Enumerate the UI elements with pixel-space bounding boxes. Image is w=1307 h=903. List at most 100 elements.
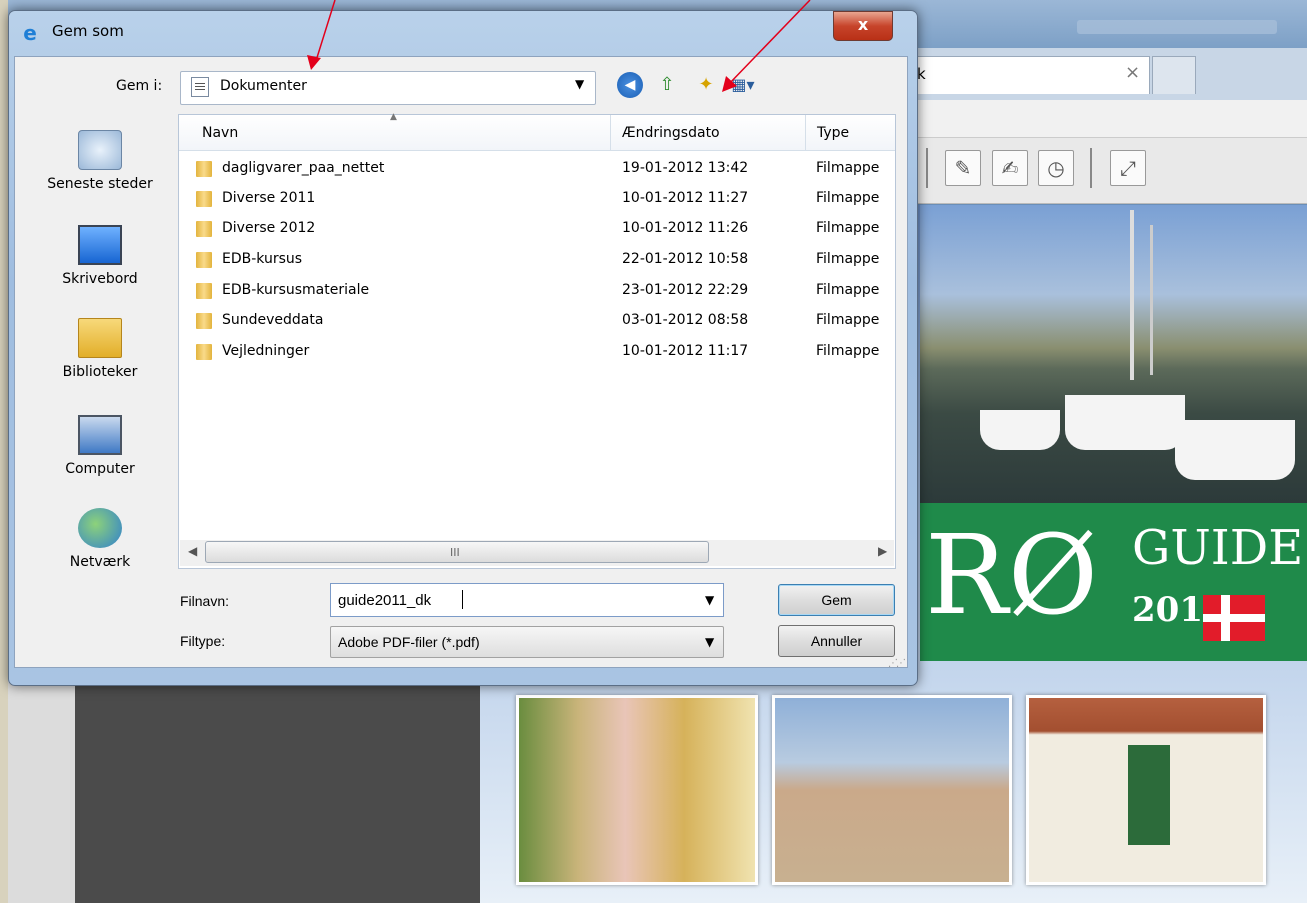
file-name: EDB-kursusmateriale: [222, 282, 370, 298]
folder-icon: [196, 252, 212, 268]
table-row[interactable]: Sundeveddata 03-01-2012 08:58 Filmappe: [180, 306, 894, 336]
column-header-date[interactable]: Ændringsdato: [622, 125, 720, 141]
sign-icon[interactable]: ✍: [992, 150, 1028, 186]
table-row[interactable]: Diverse 2011 10-01-2012 11:27 Filmappe: [180, 184, 894, 214]
file-list-header: [179, 115, 895, 151]
file-date: 10-01-2012 11:27: [622, 190, 749, 206]
chevron-down-icon[interactable]: ▼: [705, 635, 714, 649]
filetype-label: Filtype:: [180, 633, 226, 649]
cancel-button[interactable]: Annuller: [778, 625, 895, 657]
danish-flag-icon: [1203, 595, 1265, 641]
file-name: Diverse 2011: [222, 190, 316, 206]
scrollbar-grip-icon: III: [450, 546, 460, 559]
file-date: 10-01-2012 11:26: [622, 220, 749, 236]
table-row[interactable]: EDB-kursusmateriale 23-01-2012 22:29 Filma…: [180, 276, 894, 306]
file-type: Filmappe: [816, 160, 880, 176]
save-in-value: Dokumenter: [220, 78, 307, 94]
boat-mast: [1130, 210, 1134, 380]
file-name: dagligvarer_paa_nettet: [222, 160, 385, 176]
folder-icon: [196, 283, 212, 299]
dialog-title: Gem som: [52, 22, 124, 40]
browser-tab-label: k: [917, 65, 926, 83]
file-date: 19-01-2012 13:42: [622, 160, 749, 176]
toolbar-separator: [926, 148, 928, 188]
folder-icon: [196, 191, 212, 207]
fullscreen-icon[interactable]: ⤢: [1110, 150, 1146, 186]
folder-icon: [196, 313, 212, 329]
file-date: 23-01-2012 22:29: [622, 282, 749, 298]
boat-mast: [1150, 225, 1153, 375]
photo-beach: [772, 695, 1012, 885]
place-label: Skrivebord: [62, 271, 138, 287]
column-header-name[interactable]: Navn: [202, 125, 238, 141]
browser-title-blur: [1077, 20, 1277, 34]
table-row[interactable]: Diverse 2012 10-01-2012 11:26 Filmappe: [180, 214, 894, 244]
place-label: Computer: [65, 461, 135, 477]
file-type: Filmappe: [816, 343, 880, 359]
recent-places-icon: [78, 130, 122, 170]
filename-label: Filnavn:: [180, 593, 230, 609]
table-row[interactable]: Vejledninger 10-01-2012 11:17 Filmappe: [180, 337, 894, 367]
tab-close-icon[interactable]: ×: [1125, 62, 1140, 83]
place-label: Seneste steder: [47, 176, 153, 192]
filename-value[interactable]: guide2011_dk: [338, 592, 431, 609]
place-desktop[interactable]: Skrivebord: [26, 225, 174, 287]
network-icon: [78, 508, 122, 548]
save-button[interactable]: Gem: [778, 584, 895, 616]
column-divider[interactable]: [805, 115, 806, 151]
document-clock-icon[interactable]: ◷: [1038, 150, 1074, 186]
toolbar-separator: [1090, 148, 1092, 188]
boat: [1175, 420, 1295, 480]
column-divider[interactable]: [610, 115, 611, 151]
edit-icon[interactable]: ✎: [945, 150, 981, 186]
file-name: Diverse 2012: [222, 220, 316, 236]
libraries-icon: [78, 318, 122, 358]
view-menu-icon[interactable]: ▦▾: [730, 72, 756, 98]
resize-grip-icon[interactable]: ⋰⋰: [888, 658, 906, 669]
table-row[interactable]: dagligvarer_paa_nettet 19-01-2012 13:42 Fi…: [180, 154, 894, 184]
brochure-brand-word: GUIDE: [1132, 520, 1304, 576]
sort-ascending-icon: ▲: [390, 112, 397, 122]
internet-explorer-icon: e: [23, 21, 37, 45]
folder-icon: [196, 221, 212, 237]
back-icon[interactable]: ◀: [617, 72, 643, 98]
desktop-icon: [78, 225, 122, 265]
place-label: Biblioteker: [62, 364, 138, 380]
chevron-down-icon[interactable]: ▼: [705, 593, 714, 607]
documents-icon: [191, 77, 209, 97]
file-name: EDB-kursus: [222, 251, 303, 267]
computer-icon: [78, 415, 122, 455]
folder-icon: [196, 161, 212, 177]
file-name: Vejledninger: [222, 343, 310, 359]
boat: [980, 410, 1060, 450]
browser-address-area: [900, 100, 1307, 138]
save-in-label: Gem i:: [116, 78, 163, 94]
up-folder-icon[interactable]: ⇧: [654, 72, 680, 98]
close-button[interactable]: x: [833, 11, 893, 41]
scroll-left-icon[interactable]: ◀: [188, 544, 197, 558]
green-door: [1128, 745, 1170, 845]
place-computer[interactable]: Computer: [26, 415, 174, 477]
file-date: 22-01-2012 10:58: [622, 251, 749, 267]
place-recent[interactable]: Seneste steder: [26, 130, 174, 192]
photo-street: [516, 695, 758, 885]
browser-tab[interactable]: k: [906, 56, 1150, 94]
file-type: Filmappe: [816, 220, 880, 236]
file-type: Filmappe: [816, 282, 880, 298]
file-date: 10-01-2012 11:17: [622, 343, 749, 359]
place-libraries[interactable]: Biblioteker: [26, 318, 174, 380]
place-network[interactable]: Netværk: [26, 508, 174, 570]
chevron-down-icon[interactable]: ▼: [575, 77, 584, 91]
file-name: Sundeveddata: [222, 312, 324, 328]
boat: [1065, 395, 1185, 450]
place-label: Netværk: [69, 554, 131, 570]
new-folder-icon[interactable]: ✦: [693, 72, 719, 98]
folder-icon: [196, 344, 212, 360]
table-row[interactable]: EDB-kursus 22-01-2012 10:58 Filmappe: [180, 245, 894, 275]
filetype-value: Adobe PDF-filer (*.pdf): [338, 634, 480, 650]
text-caret: [462, 590, 463, 609]
new-tab-button[interactable]: [1152, 56, 1196, 94]
scroll-right-icon[interactable]: ▶: [878, 544, 887, 558]
column-header-type[interactable]: Type: [817, 125, 849, 141]
file-type: Filmappe: [816, 312, 880, 328]
